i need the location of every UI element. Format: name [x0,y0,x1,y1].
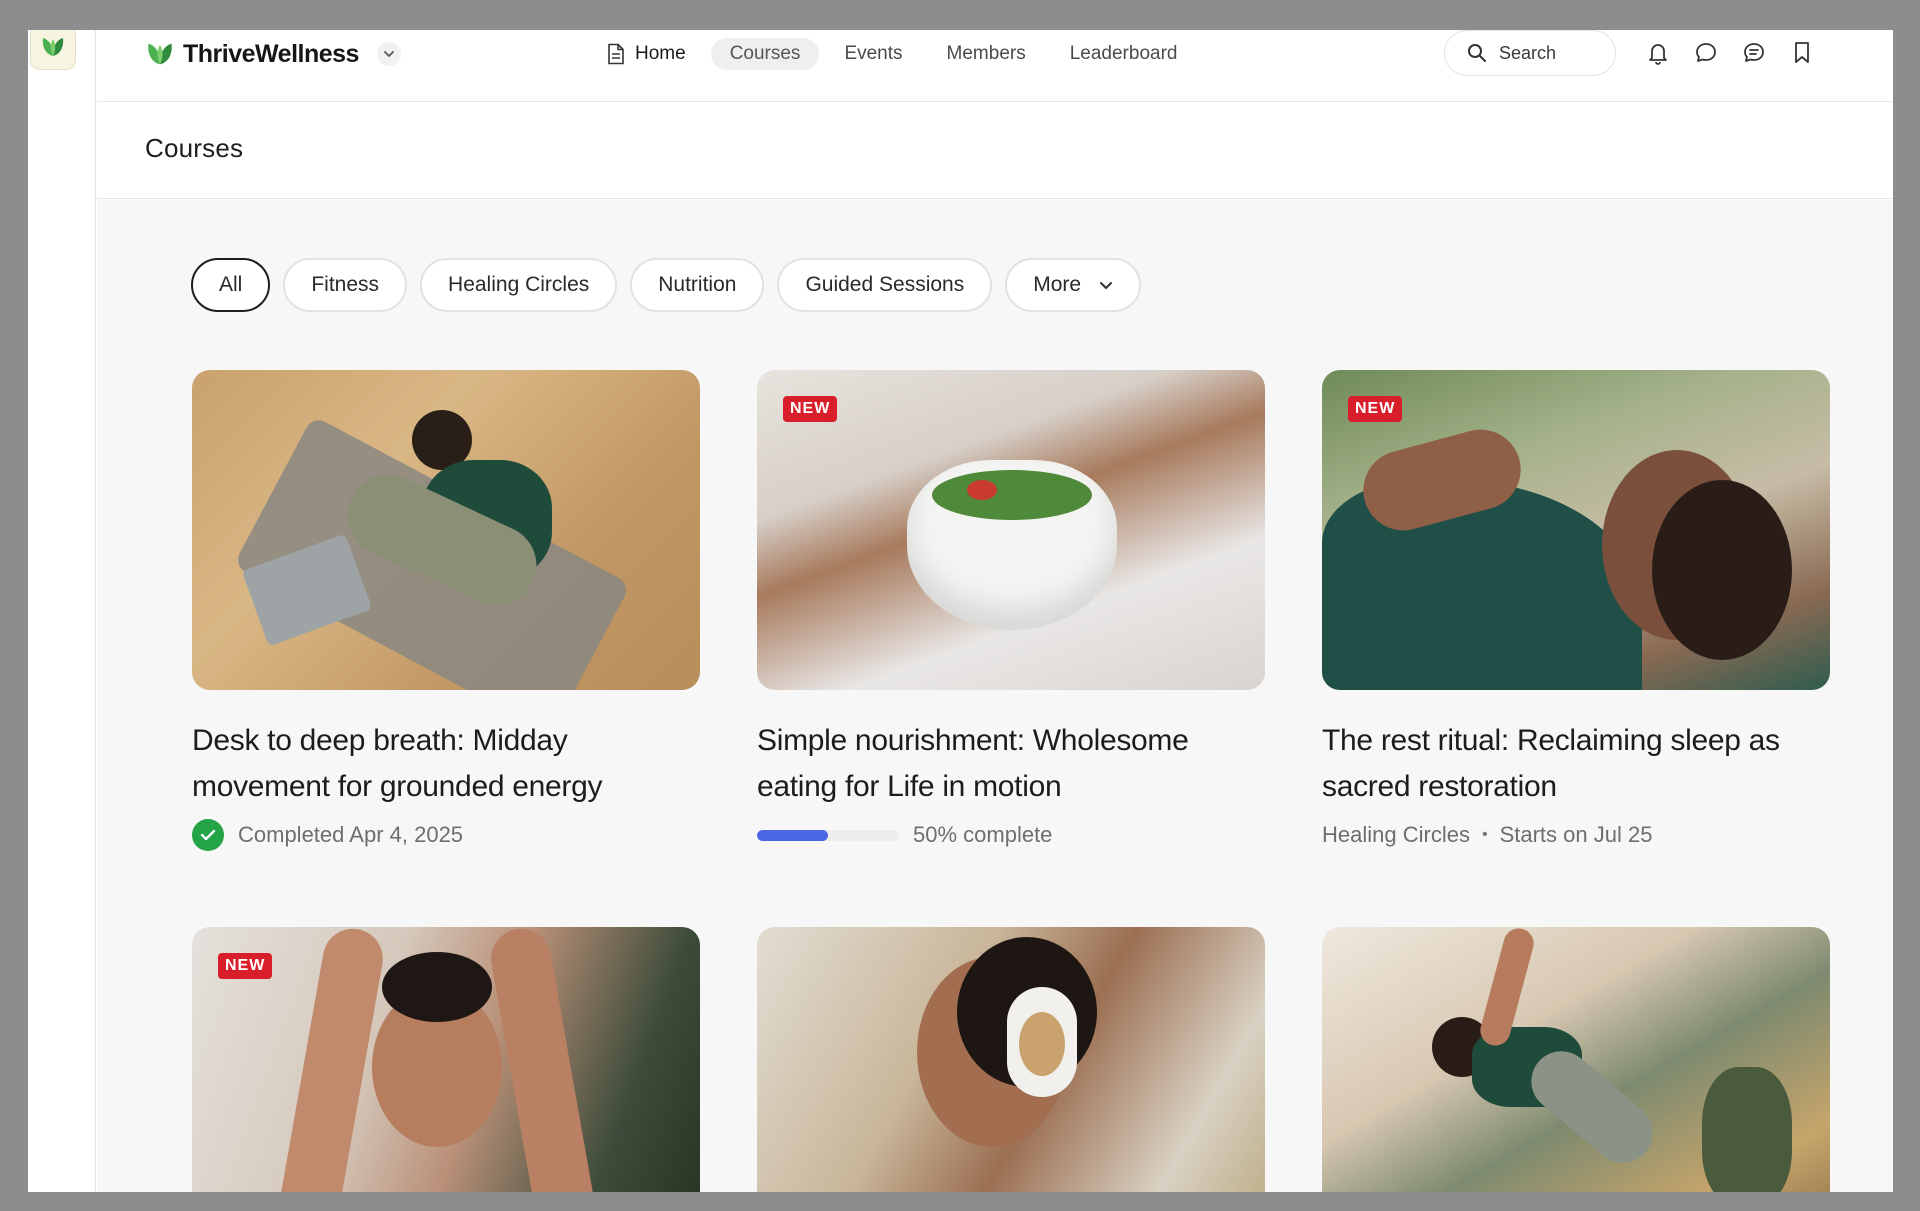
search-label: Search [1499,42,1557,63]
main-nav: Home Courses Events Members Leaderboard [607,36,1196,72]
search-button[interactable]: Search [1444,30,1616,76]
bookmark-icon[interactable] [1787,38,1817,68]
course-info: Healing Circles • Starts on Jul 25 [1322,820,1830,850]
new-badge: NEW [1348,396,1403,422]
course-card[interactable]: NEW Simple nourishment: Wholesome eating… [757,370,1265,850]
course-thumbnail[interactable]: NEW [192,927,700,1192]
leaf-logo-icon [42,38,64,56]
progress-bar [757,829,899,841]
bell-icon[interactable] [1643,38,1673,68]
course-category: Healing Circles [1322,822,1470,847]
course-status: Completed Apr 4, 2025 [192,819,700,851]
nav-events[interactable]: Events [825,38,921,70]
course-title[interactable]: The rest ritual: Reclaiming sleep as sac… [1322,718,1830,810]
separator-dot: • [1481,826,1488,843]
nav-leaderboard[interactable]: Leaderboard [1051,38,1197,70]
course-thumbnail[interactable]: NEW [1322,370,1830,690]
document-icon [608,43,624,65]
course-thumbnail[interactable] [757,927,1265,1192]
course-start-date: Starts on Jul 25 [1499,822,1653,847]
messages-icon[interactable] [1739,38,1769,68]
course-title[interactable]: Desk to deep breath: Midday movement for… [192,718,700,810]
course-thumbnail[interactable]: NEW [757,370,1265,690]
page-title: Courses [145,133,244,163]
search-icon [1468,44,1486,62]
filter-more[interactable]: More [1005,258,1142,312]
progress-label: 50% complete [913,822,1053,847]
filter-guided-sessions[interactable]: Guided Sessions [777,258,993,312]
nav-members[interactable]: Members [928,38,1045,70]
brand-logo-icon [148,43,172,65]
course-thumbnail[interactable] [192,370,700,690]
brand-menu-chevron-icon[interactable] [376,42,401,66]
course-card[interactable]: Desk to deep breath: Midday movement for… [192,370,700,851]
course-card[interactable]: NEW The rest ritual: Reclaiming sleep as… [1322,370,1830,850]
app-window: ThriveWellness Home Courses Events Membe… [8,8,1912,1203]
course-card[interactable]: NEW [192,927,700,1192]
new-badge: NEW [783,396,838,422]
category-filters: All Fitness Healing Circles Nutrition Gu… [191,258,1142,312]
course-card[interactable] [1322,927,1830,1192]
community-switcher-logo[interactable] [30,30,76,70]
progress-bar-fill [757,829,828,841]
nav-home-label: Home [635,43,686,64]
nav-courses[interactable]: Courses [710,38,820,70]
filter-all[interactable]: All [191,258,271,312]
completed-check-icon [192,819,224,851]
filter-nutrition[interactable]: Nutrition [630,258,765,312]
app-screen: ThriveWellness Home Courses Events Membe… [28,30,1893,1192]
course-title[interactable]: Simple nourishment: Wholesome eating for… [757,718,1265,810]
filter-healing-circles[interactable]: Healing Circles [420,258,618,312]
courses-content: All Fitness Healing Circles Nutrition Gu… [97,200,1893,1192]
new-badge: NEW [218,953,273,979]
left-rail [28,30,96,1192]
top-bar: ThriveWellness Home Courses Events Membe… [97,30,1893,102]
brand[interactable]: ThriveWellness [145,38,401,70]
chevron-down-icon [1100,281,1113,289]
brand-name: ThriveWellness [183,39,359,68]
completed-date: Completed Apr 4, 2025 [238,822,464,847]
nav-home[interactable]: Home [607,38,705,70]
filter-more-label: More [1033,273,1082,296]
course-card[interactable] [757,927,1265,1192]
chat-bubble-icon[interactable] [1691,38,1721,68]
course-progress: 50% complete [757,820,1265,850]
course-thumbnail[interactable] [1322,927,1830,1192]
filter-fitness[interactable]: Fitness [283,258,408,312]
page-header: Courses [97,103,1893,199]
